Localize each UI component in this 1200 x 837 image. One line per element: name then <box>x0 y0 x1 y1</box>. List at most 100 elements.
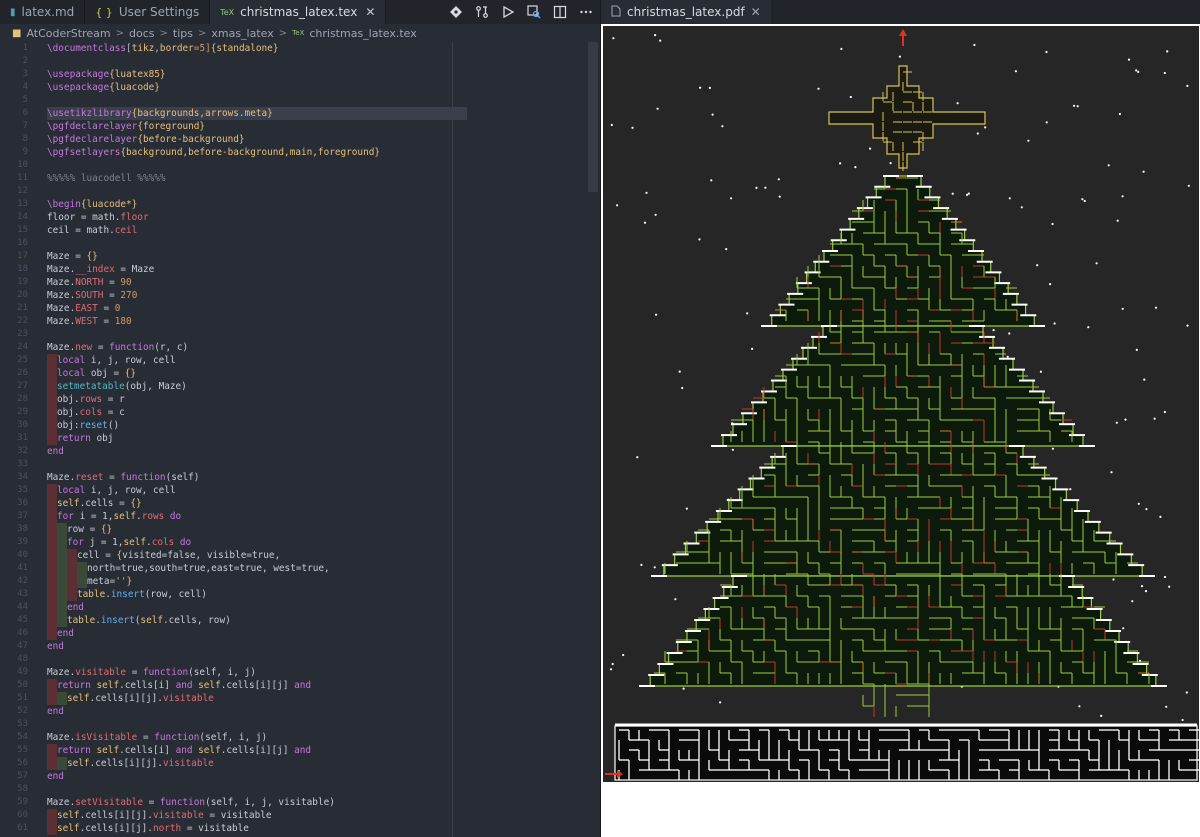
code-line: Maze.NORTH = 90 <box>47 277 132 288</box>
snowflake <box>1008 332 1011 335</box>
snowflake <box>1073 104 1076 107</box>
code-line: local obj = {} <box>47 367 467 380</box>
snowflake <box>654 213 657 216</box>
breadcrumb-item[interactable]: christmas_latex.tex <box>309 27 416 40</box>
snowflake <box>1069 488 1072 491</box>
chevron-right-icon: > <box>159 27 168 39</box>
code-line: obj.rows = r <box>47 393 467 406</box>
tab-latex-md[interactable]: ▮ latex.md <box>0 0 86 24</box>
split-editor-icon[interactable] <box>552 4 568 20</box>
chevron-right-icon: > <box>278 27 288 39</box>
breadcrumb-item[interactable]: docs <box>129 27 155 40</box>
breadcrumb-item[interactable]: xmas_latex <box>211 27 273 40</box>
snowflake <box>1135 69 1138 72</box>
snowflake <box>840 47 843 50</box>
snowflake <box>1036 264 1039 267</box>
folder-icon: ■ <box>12 27 22 39</box>
code-editor[interactable]: 1 2 3 4 5 6 7 8 9 10 11 12 13 14 15 16 17 18 19 20 21 22 23 24 2… <box>0 42 600 837</box>
line-number: 45 <box>17 615 28 625</box>
tab-christmas-latex-pdf[interactable]: christmas_latex.pdf ✕ <box>601 0 771 24</box>
code-line: north=true,south=true,east=true, west=tr… <box>47 562 467 575</box>
code-line: self.cells[i][j].visitable <box>47 692 467 705</box>
snowflake <box>1027 139 1030 142</box>
indent-guide <box>47 523 57 536</box>
line-number: 53 <box>17 719 28 729</box>
code-line: self.cells = {} <box>47 497 467 510</box>
code-line: Maze.setVisitable = function(self, i, j,… <box>47 797 335 808</box>
snowflake <box>1107 164 1110 167</box>
close-icon[interactable]: ✕ <box>365 5 375 19</box>
snowflake <box>1166 50 1169 53</box>
snowflake <box>659 39 662 42</box>
line-number: 1 <box>22 43 28 53</box>
line-number: 9 <box>22 147 28 157</box>
snowflake <box>1144 590 1148 593</box>
snowflake <box>1112 578 1115 581</box>
snowflake <box>610 123 613 127</box>
indent-guide <box>57 614 67 627</box>
snowflake <box>1039 370 1042 373</box>
tab-user-settings[interactable]: { } User Settings <box>85 0 211 24</box>
indent-guide <box>67 575 77 588</box>
snowflake <box>655 313 658 316</box>
line-number: 41 <box>17 563 28 573</box>
line-number: 20 <box>17 290 28 300</box>
snowflake <box>656 107 659 110</box>
play-icon[interactable] <box>500 4 516 20</box>
snowflake <box>631 126 634 129</box>
snowflake <box>778 195 781 198</box>
editor-pane: ▮ latex.md { } User Settings TeX christm… <box>0 0 600 837</box>
line-number: 51 <box>17 693 28 703</box>
breadcrumb-item[interactable]: tips <box>173 27 193 40</box>
indent-guide <box>57 575 67 588</box>
snowflake <box>854 166 857 169</box>
line-number: 39 <box>17 537 28 547</box>
more-actions-icon[interactable] <box>578 4 594 20</box>
indent-guide <box>47 536 57 549</box>
close-icon[interactable]: ✕ <box>751 5 761 19</box>
indent-guide <box>47 419 57 432</box>
snowflake <box>674 598 677 601</box>
indent-guide <box>47 757 57 770</box>
line-number: 58 <box>17 784 28 794</box>
snowflake <box>1154 306 1158 309</box>
line-number: 50 <box>17 680 28 690</box>
snowflake <box>708 86 711 89</box>
tab-label: latex.md <box>21 5 75 19</box>
breadcrumb-item[interactable]: AtCoderStream <box>26 27 110 40</box>
snowflake <box>1137 70 1140 73</box>
snowflake <box>1137 502 1140 505</box>
indent-guide <box>47 549 57 562</box>
tab-christmas-latex-tex[interactable]: TeX christmas_latex.tex ✕ <box>210 0 387 24</box>
snowflake <box>1163 71 1166 75</box>
snowflake <box>1127 58 1131 61</box>
snowflake <box>849 95 852 99</box>
code-line: Maze.WEST = 180 <box>47 316 132 327</box>
snowflake <box>1078 705 1081 708</box>
code-line: return self.cells[i] and self.cells[i][j… <box>47 679 467 692</box>
snowflake <box>1187 184 1190 187</box>
indent-guide <box>47 497 57 510</box>
indent-guide <box>47 627 57 640</box>
pdf-viewer[interactable] <box>601 24 1200 837</box>
snowflake <box>777 178 780 181</box>
snowflake <box>698 238 701 241</box>
indent-guide <box>57 692 67 705</box>
code-lines[interactable]: \documentclass[tikz,border=5]{standalone… <box>47 42 467 835</box>
indent-guide <box>47 614 57 627</box>
indent-guide <box>57 562 67 575</box>
scrollbar-thumb[interactable] <box>588 42 598 192</box>
snowflake <box>1076 105 1079 108</box>
compare-icon[interactable] <box>474 4 490 20</box>
code-line: Maze.SOUTH = 270 <box>47 290 138 301</box>
git-icon[interactable] <box>448 4 464 20</box>
snowflake <box>1095 262 1098 265</box>
code-line: self.cells[i][j].north = visitable <box>47 822 467 835</box>
snowflake <box>956 102 959 105</box>
preview-search-icon[interactable] <box>526 4 542 20</box>
